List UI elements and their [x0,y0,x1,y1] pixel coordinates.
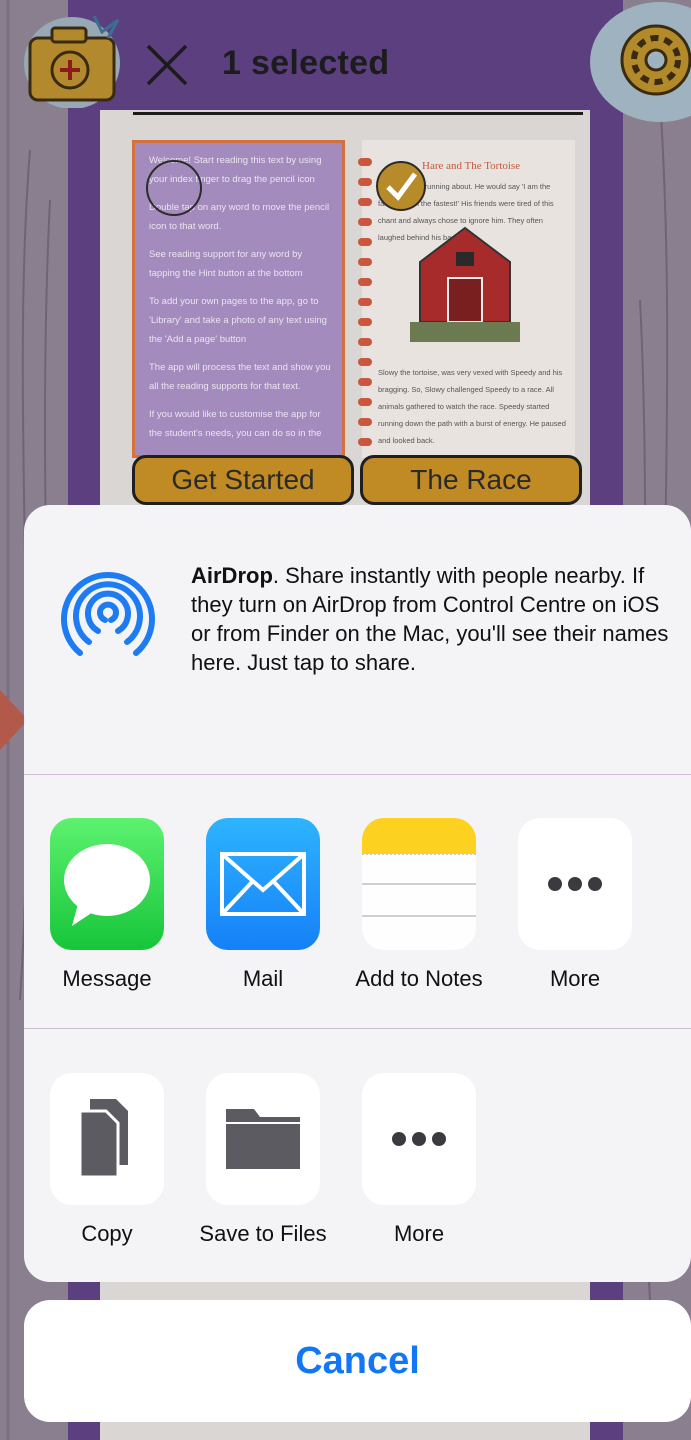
card-text-line: See reading support for any word by tapp… [149,249,303,279]
share-label: More [393,1221,445,1246]
share-label: More [549,966,601,991]
notes-icon [362,818,476,950]
add-page-camera-icon[interactable] [22,8,122,108]
airdrop-section[interactable]: AirDrop. Share instantly with people nea… [24,505,691,775]
close-icon[interactable] [142,40,192,90]
card-text-line: To add your own pages to the app, go to … [149,296,327,345]
pencil-cursor-icon [146,160,202,216]
cancel-button[interactable]: Cancel [24,1300,691,1422]
card-label-the-race[interactable]: The Race [360,455,582,505]
share-label: Add to Notes [355,966,483,991]
divider [24,1028,691,1029]
story-text-bottom: Slowy the tortoise, was very vexed with … [378,368,566,445]
title-underline [133,112,583,115]
card-text-line: If you would like to customise the app f… [149,409,322,439]
folder-icon [206,1073,320,1205]
spiral-binding-icon [358,158,372,446]
share-label: Mail [242,966,284,991]
top-bar: 1 selected [0,0,691,122]
action-more-button[interactable]: More [344,1073,494,1247]
settings-gear-icon[interactable] [590,0,691,124]
share-label: Save to Files [199,1221,327,1246]
share-mail-button[interactable]: Mail [188,818,338,992]
more-icon [518,818,632,950]
share-notes-button[interactable]: Add to Notes [344,818,494,992]
barn-illustration [410,226,520,342]
airdrop-description: AirDrop. Share instantly with people nea… [191,561,681,677]
share-label: Message [62,966,152,991]
message-icon [50,818,164,950]
divider [24,774,691,775]
share-label: Copy [81,1221,133,1246]
airdrop-icon [61,572,155,656]
share-sheet: AirDrop. Share instantly with people nea… [24,505,691,1282]
airdrop-title: AirDrop [191,563,273,588]
copy-icon [50,1073,164,1205]
card-label-get-started[interactable]: Get Started [132,455,354,505]
action-save-to-files-button[interactable]: Save to Files [188,1073,338,1247]
share-message-button[interactable]: Message [32,818,182,992]
story-title: Hare and The Tortoise [422,160,521,172]
more-icon [362,1073,476,1205]
mail-icon [206,818,320,950]
card-text-line: The app will process the text and show y… [149,362,331,392]
selection-count: 1 selected [222,44,390,82]
action-copy-button[interactable]: Copy [32,1073,182,1247]
selected-checkmark-icon [376,161,426,211]
share-more-apps-button[interactable]: More [500,818,650,992]
